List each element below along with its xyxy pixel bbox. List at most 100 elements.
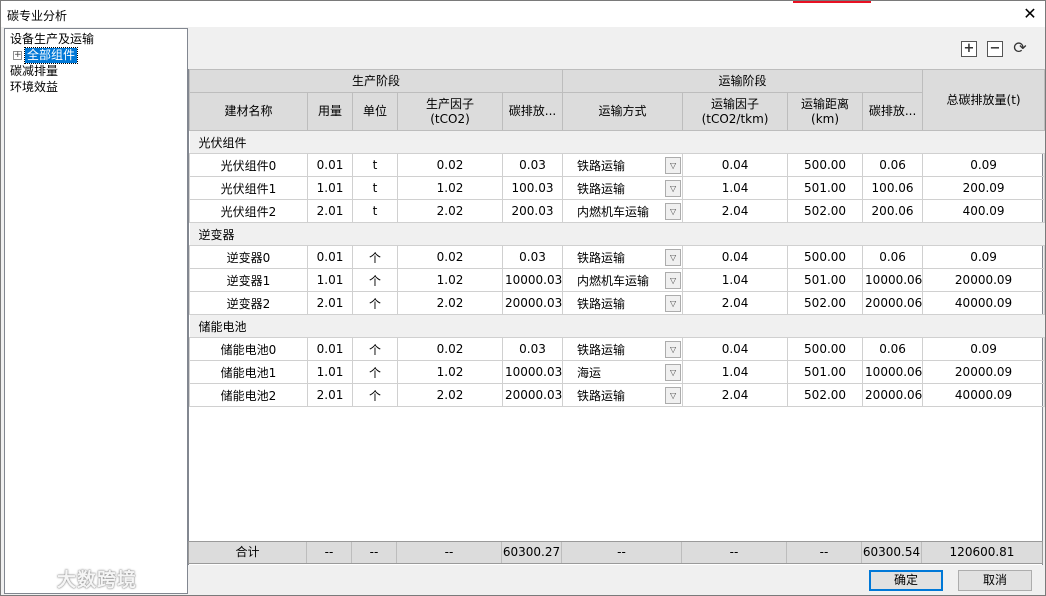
cell-name[interactable]: 光伏组件0 (189, 153, 308, 177)
cell-unit[interactable]: 个 (352, 245, 398, 269)
cell-unit[interactable]: 个 (352, 383, 398, 407)
cell-unit[interactable]: t (352, 153, 398, 177)
cell-dist[interactable]: 502.00 (787, 291, 864, 315)
table-row[interactable]: 光伏组件1 1.01 t 1.02 100.03 铁路运输 ▽ 1.04 501.00 100.0… (189, 176, 1046, 200)
cell-tf[interactable]: 2.04 (682, 383, 789, 407)
group-row[interactable]: 光伏组件 (189, 130, 1045, 154)
header-name[interactable]: 建材名称 (189, 92, 308, 131)
cell-total[interactable]: 20000.09 (922, 268, 1046, 292)
cell-te[interactable]: 10000.06 (862, 268, 924, 292)
chevron-down-icon[interactable]: ▽ (665, 248, 682, 266)
cell-name[interactable]: 光伏组件2 (189, 199, 308, 223)
cell-te[interactable]: 200.06 (862, 199, 924, 223)
table-row[interactable]: 光伏组件2 2.01 t 2.02 200.03 内燃机车运输 ▽ 2.04 502.00 200… (189, 199, 1046, 223)
chevron-down-icon[interactable]: ▽ (665, 363, 682, 381)
cell-pf[interactable]: 0.02 (397, 153, 503, 177)
category-tree[interactable]: 设备生产及运输 + 全部组件 碳减排量 环境效益 (4, 28, 188, 594)
cell-amount[interactable]: 2.01 (307, 199, 353, 223)
table-row[interactable]: 逆变器0 0.01 个 0.02 0.03 铁路运输 ▽ 0.04 500.00 0.06 0.09 (189, 245, 1046, 269)
close-icon[interactable]: ✕ (1019, 4, 1041, 24)
cell-unit[interactable]: 个 (352, 360, 398, 384)
cell-amount[interactable]: 0.01 (307, 153, 353, 177)
transport-mode-select[interactable]: 铁路运输 ▽ (562, 291, 684, 315)
chevron-down-icon[interactable]: ▽ (665, 294, 682, 312)
cell-te[interactable]: 100.06 (862, 176, 924, 200)
cell-name[interactable]: 储能电池1 (189, 360, 308, 384)
cell-amount[interactable]: 1.01 (307, 268, 353, 292)
transport-mode-select[interactable]: 铁路运输 ▽ (562, 176, 684, 200)
cell-unit[interactable]: t (352, 199, 398, 223)
cell-te[interactable]: 0.06 (862, 245, 924, 269)
cell-pf[interactable]: 1.02 (397, 268, 503, 292)
transport-mode-select[interactable]: 内燃机车运输 ▽ (562, 268, 684, 292)
cell-te[interactable]: 20000.06 (862, 383, 924, 407)
cell-pe[interactable]: 0.03 (501, 337, 564, 361)
table-row[interactable]: 储能电池1 1.01 个 1.02 10000.03 海运 ▽ 1.04 501.00 10000… (189, 360, 1046, 384)
cell-tf[interactable]: 2.04 (682, 291, 789, 315)
tree-item-environment[interactable]: 环境效益 (10, 79, 58, 95)
chevron-down-icon[interactable]: ▽ (665, 179, 682, 197)
table-row[interactable]: 逆变器1 1.01 个 1.02 10000.03 内燃机车运输 ▽ 1.04 501.00 10… (189, 268, 1046, 292)
transport-mode-select[interactable]: 铁路运输 ▽ (562, 153, 684, 177)
cell-total[interactable]: 200.09 (922, 176, 1046, 200)
cell-amount[interactable]: 1.01 (307, 176, 353, 200)
cell-tf[interactable]: 0.04 (682, 245, 789, 269)
transport-mode-combo[interactable]: 铁路运输 ▽ (564, 294, 682, 312)
cell-te[interactable]: 0.06 (862, 153, 924, 177)
expand-icon[interactable]: + (13, 50, 22, 60)
header-trans-emission[interactable]: 碳排放... (862, 92, 924, 131)
table-row[interactable]: 储能电池2 2.01 个 2.02 20000.03 铁路运输 ▽ 2.04 502.00 200… (189, 383, 1046, 407)
group-row[interactable]: 逆变器 (189, 222, 1045, 246)
chevron-down-icon[interactable]: ▽ (665, 156, 682, 174)
cell-pf[interactable]: 0.02 (397, 337, 503, 361)
cell-dist[interactable]: 501.00 (787, 176, 864, 200)
header-prod-emission[interactable]: 碳排放... (501, 92, 564, 131)
header-total[interactable]: 总碳排放量(t) (922, 69, 1046, 131)
cell-pf[interactable]: 1.02 (397, 176, 503, 200)
cell-pf[interactable]: 2.02 (397, 383, 503, 407)
tree-item-all-components[interactable]: + 全部组件 (13, 46, 79, 64)
cell-name[interactable]: 储能电池2 (189, 383, 308, 407)
chevron-down-icon[interactable]: ▽ (665, 271, 682, 289)
cell-total[interactable]: 400.09 (922, 199, 1046, 223)
cell-tf[interactable]: 0.04 (682, 153, 789, 177)
cell-dist[interactable]: 502.00 (787, 199, 864, 223)
table-row[interactable]: 光伏组件0 0.01 t 0.02 0.03 铁路运输 ▽ 0.04 500.00 0.06 0.0… (189, 153, 1046, 177)
transport-mode-combo[interactable]: 内燃机车运输 ▽ (564, 202, 682, 220)
cell-name[interactable]: 逆变器1 (189, 268, 308, 292)
cell-total[interactable]: 20000.09 (922, 360, 1046, 384)
tree-item-carbon-reduction[interactable]: 碳减排量 (10, 63, 58, 79)
cell-amount[interactable]: 2.01 (307, 383, 353, 407)
transport-mode-combo[interactable]: 铁路运输 ▽ (564, 340, 682, 358)
cell-te[interactable]: 0.06 (862, 337, 924, 361)
cell-tf[interactable]: 1.04 (682, 360, 789, 384)
cell-tf[interactable]: 1.04 (682, 268, 789, 292)
cell-dist[interactable]: 500.00 (787, 245, 864, 269)
cell-unit[interactable]: 个 (352, 268, 398, 292)
cell-dist[interactable]: 501.00 (787, 360, 864, 384)
cell-pe[interactable]: 0.03 (501, 153, 564, 177)
transport-mode-combo[interactable]: 海运 ▽ (564, 363, 682, 381)
cell-amount[interactable]: 1.01 (307, 360, 353, 384)
cell-pe[interactable]: 20000.03 (501, 383, 564, 407)
chevron-down-icon[interactable]: ▽ (665, 386, 682, 404)
transport-mode-combo[interactable]: 内燃机车运输 ▽ (564, 271, 682, 289)
header-mode[interactable]: 运输方式 (562, 92, 684, 131)
transport-mode-combo[interactable]: 铁路运输 ▽ (564, 386, 682, 404)
cell-total[interactable]: 0.09 (922, 245, 1046, 269)
expand-all-icon[interactable]: + (961, 41, 977, 57)
transport-mode-combo[interactable]: 铁路运输 ▽ (564, 179, 682, 197)
transport-mode-select[interactable]: 海运 ▽ (562, 360, 684, 384)
cell-pe[interactable]: 0.03 (501, 245, 564, 269)
cell-tf[interactable]: 0.04 (682, 337, 789, 361)
cell-unit[interactable]: t (352, 176, 398, 200)
header-distance[interactable]: 运输距离 (km) (787, 92, 864, 131)
collapse-all-icon[interactable]: − (987, 41, 1003, 57)
transport-mode-select[interactable]: 铁路运输 ▽ (562, 383, 684, 407)
transport-mode-combo[interactable]: 铁路运输 ▽ (564, 156, 682, 174)
cell-pe[interactable]: 10000.03 (501, 360, 564, 384)
header-prod-factor[interactable]: 生产因子 (tCO2) (397, 92, 503, 131)
cell-dist[interactable]: 500.00 (787, 153, 864, 177)
transport-mode-select[interactable]: 铁路运输 ▽ (562, 245, 684, 269)
header-trans-factor[interactable]: 运输因子 (tCO2/tkm) (682, 92, 789, 131)
